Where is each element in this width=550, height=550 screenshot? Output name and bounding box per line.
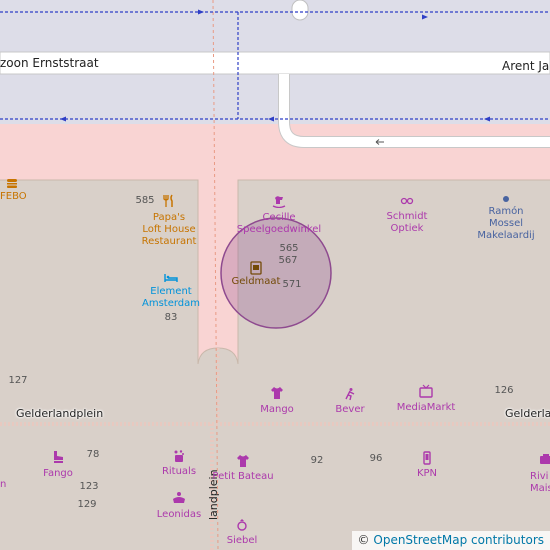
poi-label-riviera: Rivi xyxy=(530,471,549,482)
copyright-symbol: © xyxy=(357,533,370,547)
house-number: 571 xyxy=(282,279,302,290)
poi-label-kpn: KPN xyxy=(416,468,438,479)
poi-label-siebel: Siebel xyxy=(226,535,258,546)
atm-icon xyxy=(250,261,262,275)
poi-label-cecille: Cecille Speelgoedwinkel xyxy=(236,212,322,235)
house-number: 83 xyxy=(164,312,178,323)
house-number: 565 xyxy=(279,243,299,254)
poi-label-febo: FEBO xyxy=(0,191,27,202)
poi-label-bever: Bever xyxy=(335,404,365,415)
street-label-ernststraat: zoon Ernststraat xyxy=(0,56,99,70)
poi-label-riviera-2: Mais xyxy=(530,483,550,494)
street-label-arent: Arent Jar xyxy=(502,59,550,73)
pedestrian-area-middle xyxy=(0,74,550,124)
electronics-icon xyxy=(419,384,433,398)
clothes-icon xyxy=(540,454,550,464)
clothes-icon xyxy=(237,455,249,467)
house-number: 126 xyxy=(494,385,514,396)
street-label-gelderlandplein: Gelderlandplein xyxy=(16,407,104,420)
house-number: 123 xyxy=(79,481,99,492)
poi-label-fango: Fango xyxy=(43,468,73,479)
confectionery-icon xyxy=(173,492,185,503)
restaurant-icon xyxy=(163,194,173,207)
poi-label-edge: n xyxy=(0,479,7,490)
house-number: 78 xyxy=(86,449,100,460)
outdoor-icon xyxy=(345,388,355,401)
restricted-zone xyxy=(0,124,550,180)
office-dot-icon xyxy=(503,196,509,202)
map-base-layer xyxy=(0,0,550,550)
attribution-link[interactable]: OpenStreetMap contributors xyxy=(373,533,544,547)
house-number: 92 xyxy=(310,455,324,466)
toy-horse-icon xyxy=(272,196,286,208)
poi-label-ramon: Ramón Mossel Makelaardij xyxy=(477,206,535,241)
poi-label-rituals: Rituals xyxy=(161,466,197,477)
road-stub-top xyxy=(291,0,309,21)
map-attribution: © OpenStreetMap contributors xyxy=(351,531,550,550)
house-number: 96 xyxy=(369,453,383,464)
house-number: 129 xyxy=(77,499,97,510)
pedestrian-area-top xyxy=(0,0,550,52)
mobile-phone-icon xyxy=(423,451,431,465)
poi-label-mango: Mango xyxy=(260,404,294,415)
house-number: 127 xyxy=(8,375,28,386)
poi-label-petit-bateau: Petit Bateau xyxy=(212,471,274,482)
poi-label-leonidas: Leonidas xyxy=(156,509,202,520)
house-number: 567 xyxy=(278,255,298,266)
poi-label-papas: Papa's Loft House Restaurant xyxy=(141,212,197,247)
poi-label-mediamarkt: MediaMarkt xyxy=(396,402,456,413)
clothes-icon xyxy=(271,387,283,399)
map-view[interactable]: zoon Ernststraat Arent Jar Gelderlandple… xyxy=(0,0,550,550)
jewellery-icon xyxy=(237,519,247,531)
glasses-icon xyxy=(400,197,414,205)
shoe-icon xyxy=(54,451,63,463)
street-label-gelderlandplein-right: Gelderlan xyxy=(505,407,550,420)
poi-label-geldmaat: Geldmaat xyxy=(231,276,281,287)
fast-food-icon xyxy=(7,179,17,188)
hotel-icon xyxy=(164,274,178,282)
poi-label-schmidt: Schmidt Optiek xyxy=(386,211,428,234)
house-number: 585 xyxy=(135,195,155,206)
poi-label-element: Element Amsterdam xyxy=(141,286,201,309)
cosmetics-icon xyxy=(174,450,184,462)
